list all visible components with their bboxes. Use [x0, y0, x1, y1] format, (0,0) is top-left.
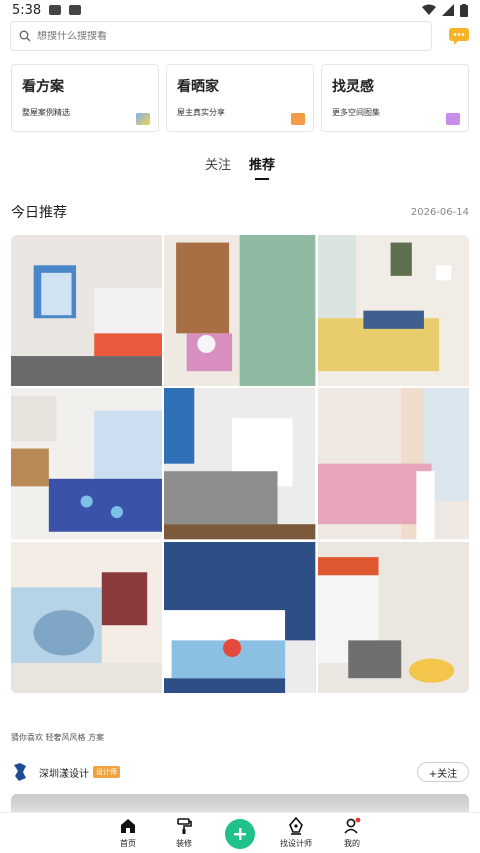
- photo-grid: [11, 235, 469, 693]
- signal-icon: [442, 4, 454, 16]
- room-photo[interactable]: [164, 541, 316, 693]
- follow-button[interactable]: +关注: [417, 762, 469, 782]
- card-title: 看方案: [22, 79, 64, 95]
- room-photo[interactable]: [317, 388, 469, 540]
- nav-home[interactable]: 首页: [108, 817, 148, 849]
- paint-roller-icon: [177, 818, 192, 834]
- designer-row: 深圳漾设计 设计师 +关注: [11, 761, 469, 783]
- room-photo[interactable]: [11, 541, 163, 693]
- nav-create[interactable]: [220, 817, 260, 849]
- designer-name[interactable]: 深圳漾设计: [39, 765, 89, 780]
- wifi-icon: [422, 4, 436, 15]
- designer-badge: 设计师: [93, 766, 120, 778]
- card-title: 看晒家: [177, 79, 219, 95]
- section-date: 2026-06-14: [410, 206, 469, 218]
- nav-decoration[interactable]: 装修: [164, 817, 204, 849]
- nav-label: 装修: [176, 839, 192, 848]
- room-photo[interactable]: [317, 235, 469, 387]
- nav-label: 首页: [120, 839, 136, 848]
- pen-nib-icon: [289, 817, 303, 835]
- image-icon: [49, 5, 62, 15]
- nav-label: 找设计师: [280, 839, 312, 848]
- card-home-share[interactable]: 看晒家 屋主真实分享: [166, 64, 314, 132]
- bottom-nav: 首页 装修 找设计师 我的: [0, 812, 480, 853]
- search-bar[interactable]: [10, 21, 432, 51]
- room-photo[interactable]: [11, 235, 163, 387]
- room-photo[interactable]: [11, 388, 163, 540]
- designer-logo[interactable]: [11, 762, 29, 782]
- search-input[interactable]: [37, 30, 397, 42]
- search-row: [10, 21, 470, 51]
- search-icon: [19, 30, 31, 42]
- font-icon: [69, 5, 82, 15]
- feed-tabs: 关注 推荐: [0, 154, 480, 173]
- card-subtitle: 屋主真实分享: [177, 108, 225, 117]
- card-inspiration[interactable]: 找灵感 更多空间图集: [321, 64, 469, 132]
- card-subtitle: 整屋案例精选: [22, 108, 70, 117]
- status-bar: 5:38: [0, 0, 480, 20]
- today-section-header: 今日推荐 2026-06-14: [11, 202, 469, 222]
- feature-cards: 看方案 整屋案例精选 看晒家 屋主真实分享 找灵感 更多空间图集: [11, 64, 469, 132]
- plus-icon: [225, 819, 255, 849]
- section-title: 今日推荐: [11, 205, 67, 221]
- mail-icon: [446, 113, 460, 125]
- case-icon: [136, 113, 150, 125]
- recommend-label: 猜你喜欢 轻奢风风格 方案: [11, 733, 105, 742]
- card-subtitle: 更多空间图集: [332, 108, 380, 117]
- room-photo[interactable]: [317, 541, 469, 693]
- room-photo[interactable]: [164, 388, 316, 540]
- user-icon: [344, 817, 361, 834]
- nav-find-designer[interactable]: 找设计师: [276, 817, 316, 849]
- home-icon: [121, 819, 135, 833]
- sofa-icon: [291, 113, 305, 125]
- status-time: 5:38: [12, 2, 42, 18]
- room-photo[interactable]: [164, 235, 316, 387]
- card-title: 找灵感: [332, 79, 374, 95]
- battery-icon: [460, 3, 468, 17]
- tab-follow[interactable]: 关注: [205, 154, 231, 173]
- message-icon[interactable]: [448, 26, 470, 46]
- tab-recommend[interactable]: 推荐: [249, 154, 275, 173]
- card-cases[interactable]: 看方案 整屋案例精选: [11, 64, 159, 132]
- nav-mine[interactable]: 我的: [332, 817, 372, 849]
- nav-label: 我的: [344, 839, 360, 848]
